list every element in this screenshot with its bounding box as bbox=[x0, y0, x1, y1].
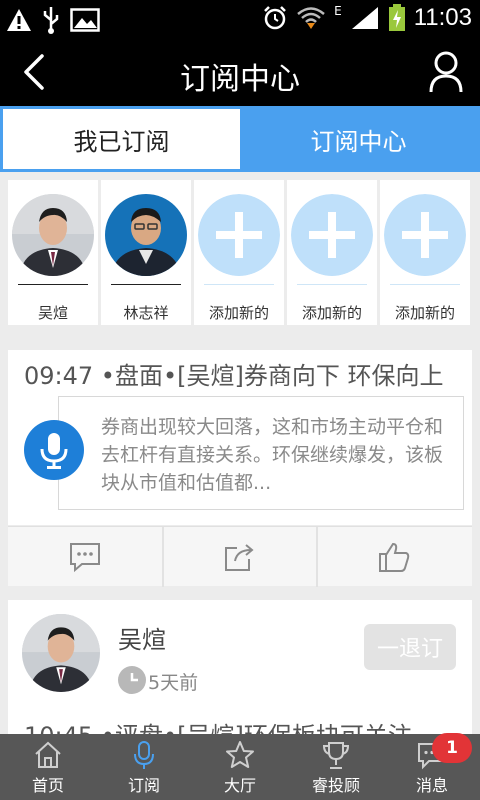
avatar bbox=[22, 614, 100, 692]
home-icon bbox=[35, 741, 61, 768]
add-icon bbox=[291, 194, 373, 276]
page-title: 订阅中心 bbox=[180, 62, 300, 97]
divider bbox=[111, 284, 181, 285]
bottom-nav: 首页 订阅 大厅 睿投顾 消息 bbox=[0, 734, 480, 800]
user-icon[interactable] bbox=[428, 50, 464, 94]
status-right-icons: E 11:03 bbox=[262, 4, 472, 32]
message-summary: 券商出现较大回落，这和市场主动平仓和去杠杆有直接关系。环保继续爆发，该板块从市值… bbox=[101, 416, 444, 494]
nav-label: 睿投顾 bbox=[311, 776, 360, 795]
title-bar: 订阅中心 bbox=[0, 38, 480, 106]
star-icon bbox=[226, 741, 254, 768]
divider bbox=[297, 284, 367, 285]
divider bbox=[18, 284, 88, 285]
nav-subscribe[interactable]: 订阅 bbox=[96, 734, 192, 800]
trophy-icon bbox=[322, 742, 350, 769]
like-button[interactable] bbox=[316, 527, 470, 587]
nav-advisor[interactable]: 睿投顾 bbox=[288, 734, 384, 800]
add-icon bbox=[198, 194, 280, 276]
divider bbox=[390, 284, 460, 285]
author-name: 吴煊 bbox=[118, 626, 166, 654]
avatar bbox=[105, 194, 187, 276]
message-actions bbox=[8, 526, 472, 587]
usb-icon bbox=[43, 7, 59, 34]
add-subscription-card-3[interactable]: 添加新的 bbox=[380, 180, 470, 325]
warning-icon bbox=[7, 9, 31, 31]
add-subscription-card-1[interactable]: 添加新的 bbox=[194, 180, 284, 325]
subscription-name: 林志祥 bbox=[123, 304, 169, 322]
message-card[interactable]: 09:47 •盘面•[吴煊]券商向下 环保向上 券商出现较大回落，这和市场主动平… bbox=[8, 350, 472, 525]
clock-icon bbox=[118, 666, 146, 694]
nav-label: 大厅 bbox=[223, 776, 256, 795]
add-subscription-card-2[interactable]: 添加新的 bbox=[287, 180, 377, 325]
like-icon bbox=[379, 542, 410, 572]
add-icon bbox=[384, 194, 466, 276]
microphone-icon[interactable] bbox=[24, 420, 84, 480]
status-left-icons bbox=[6, 6, 100, 34]
nav-label: 订阅 bbox=[127, 776, 160, 795]
time-ago: 5天前 bbox=[148, 672, 199, 694]
image-icon bbox=[70, 8, 100, 32]
share-button[interactable] bbox=[162, 527, 316, 587]
wifi-icon bbox=[297, 7, 325, 29]
subscription-card-1[interactable]: 吴煊 bbox=[8, 180, 98, 325]
share-icon bbox=[225, 544, 254, 571]
nav-home[interactable]: 首页 bbox=[0, 734, 96, 800]
subscriptions-row: 吴煊 林志祥 添加新的 添加新的 添加新的 bbox=[0, 172, 480, 337]
avatar bbox=[12, 194, 94, 276]
subscription-name: 添加新的 bbox=[394, 304, 455, 322]
comment-icon bbox=[70, 543, 100, 573]
nav-label: 首页 bbox=[31, 776, 64, 795]
segment-tabs: 我已订阅 订阅中心 bbox=[0, 106, 480, 172]
message-badge: 1 bbox=[432, 733, 472, 763]
alarm-icon bbox=[264, 6, 287, 30]
tab-subscription-center[interactable]: 订阅中心 bbox=[240, 109, 477, 169]
message-headline: 09:47 •盘面•[吴煊]券商向下 环保向上 bbox=[24, 362, 444, 390]
unsubscribe-button[interactable]: 一退订 bbox=[364, 624, 456, 670]
nav-label: 消息 bbox=[415, 776, 448, 795]
nav-hall[interactable]: 大厅 bbox=[192, 734, 288, 800]
comment-button[interactable] bbox=[8, 527, 162, 587]
signal-icon bbox=[351, 7, 378, 29]
message-summary-box: 券商出现较大回落，这和市场主动平仓和去杠杆有直接关系。环保继续爆发，该板块从市值… bbox=[58, 396, 464, 510]
subscription-name: 吴煊 bbox=[37, 304, 68, 322]
subscription-name: 添加新的 bbox=[208, 304, 269, 322]
clock-time: 11:03 bbox=[413, 4, 472, 31]
status-bar: E 11:03 bbox=[0, 0, 480, 38]
tab-my-subscriptions[interactable]: 我已订阅 bbox=[3, 109, 240, 169]
microphone-icon bbox=[134, 741, 154, 769]
battery-charging-icon bbox=[388, 4, 405, 31]
network-type-label: E bbox=[334, 4, 342, 18]
subscription-name: 添加新的 bbox=[301, 304, 362, 322]
divider bbox=[204, 284, 274, 285]
subscription-card-2[interactable]: 林志祥 bbox=[101, 180, 191, 325]
